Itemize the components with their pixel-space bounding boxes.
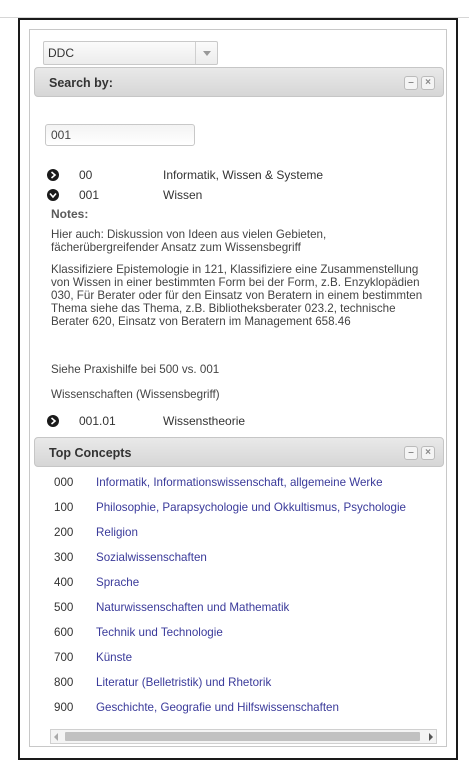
collapse-icon[interactable]: [47, 189, 59, 201]
concept-link[interactable]: Technik und Technologie: [96, 626, 223, 639]
top-toolbar-strip: [0, 0, 469, 18]
close-icon[interactable]: ×: [421, 76, 435, 90]
top-concepts-title: Top Concepts: [49, 446, 132, 460]
list-item[interactable]: 200 Religion: [30, 526, 446, 544]
concept-code: 000: [54, 476, 74, 489]
list-item[interactable]: 100 Philosophie, Parapsychologie und Okku…: [30, 501, 446, 519]
concept-link[interactable]: Religion: [96, 526, 138, 539]
list-item[interactable]: 900 Geschichte, Geografie und Hilfswissen…: [30, 701, 446, 719]
search-input[interactable]: [46, 125, 194, 145]
list-item[interactable]: 500 Naturwissenschaften und Mathematik: [30, 601, 446, 619]
expand-icon[interactable]: [47, 169, 59, 181]
concept-link[interactable]: Geschichte, Geografie und Hilfswissensch…: [96, 701, 339, 714]
list-item[interactable]: 400 Sprache: [30, 576, 446, 594]
tree-item[interactable]: 00 Informatik, Wissen & Systeme: [30, 167, 448, 185]
concept-link[interactable]: Sozialwissenschaften: [96, 551, 207, 564]
list-item[interactable]: 700 Künste: [30, 651, 446, 669]
scroll-right-icon[interactable]: [429, 733, 433, 741]
note-paragraph: Hier auch: Diskussion von Ideen aus viel…: [51, 228, 327, 254]
list-item[interactable]: 300 Sozialwissenschaften: [30, 551, 446, 569]
concept-link[interactable]: Informatik, Informationswissenschaft, al…: [96, 476, 383, 489]
widget-body: DDC Search by: – × 00 Informatik, Wissen…: [29, 29, 447, 747]
concept-code: 200: [54, 526, 74, 539]
concept-code: 900: [54, 701, 74, 714]
note-paragraph: Siehe Praxishilfe bei 500 vs. 001: [51, 363, 220, 376]
list-item[interactable]: 000 Informatik, Informationswissenschaft,…: [30, 476, 446, 494]
tree-item-label[interactable]: Wissen: [163, 188, 202, 202]
top-concepts-header: Top Concepts – ×: [34, 437, 444, 467]
scheme-select[interactable]: DDC: [43, 41, 218, 65]
scrollbar-thumb[interactable]: [65, 732, 420, 741]
tree-item-label[interactable]: Wissenstheorie: [163, 414, 245, 428]
scheme-select-value: DDC: [48, 46, 74, 60]
list-item[interactable]: 600 Technik und Technologie: [30, 626, 446, 644]
tree-item-label[interactable]: Informatik, Wissen & Systeme: [163, 168, 323, 182]
tree-item[interactable]: 001 Wissen: [30, 187, 448, 205]
chevron-down-icon[interactable]: [195, 42, 217, 64]
scroll-left-icon[interactable]: [54, 733, 58, 741]
search-panel-header: Search by: – ×: [34, 67, 444, 97]
tree-item-code[interactable]: 001: [79, 188, 99, 202]
concept-code: 300: [54, 551, 74, 564]
concept-code: 700: [54, 651, 74, 664]
concept-code: 500: [54, 601, 74, 614]
concept-code: 600: [54, 626, 74, 639]
widget-frame: DDC Search by: – × 00 Informatik, Wissen…: [18, 18, 458, 760]
concept-link[interactable]: Literatur (Belletristik) und Rhetorik: [96, 676, 271, 689]
notes-section: Notes:: [51, 208, 431, 221]
tree-item-code[interactable]: 00: [79, 168, 92, 182]
search-input-wrapper: [45, 124, 195, 146]
list-item[interactable]: 800 Literatur (Belletristik) und Rhetorik: [30, 676, 446, 694]
note-paragraph: Klassifiziere Epistemologie in 121, Klas…: [51, 263, 423, 328]
concept-link[interactable]: Sprache: [96, 576, 139, 589]
search-panel-title: Search by:: [49, 76, 113, 90]
minimize-icon[interactable]: –: [404, 76, 418, 90]
note-paragraph: Wissenschaften (Wissensbegriff): [51, 388, 220, 401]
concept-link[interactable]: Naturwissenschaften und Mathematik: [96, 601, 289, 614]
minimize-icon[interactable]: –: [404, 446, 418, 460]
horizontal-scrollbar[interactable]: [50, 729, 437, 744]
concept-code: 100: [54, 501, 74, 514]
concept-link[interactable]: Philosophie, Parapsychologie und Okkulti…: [96, 501, 406, 514]
concept-link[interactable]: Künste: [96, 651, 132, 664]
close-icon[interactable]: ×: [421, 446, 435, 460]
notes-title: Notes:: [51, 207, 89, 221]
tree-item-code[interactable]: 001.01: [79, 414, 116, 428]
expand-icon[interactable]: [47, 415, 59, 427]
tree-item[interactable]: 001.01 Wissenstheorie: [30, 413, 448, 431]
concept-code: 400: [54, 576, 74, 589]
concept-code: 800: [54, 676, 74, 689]
